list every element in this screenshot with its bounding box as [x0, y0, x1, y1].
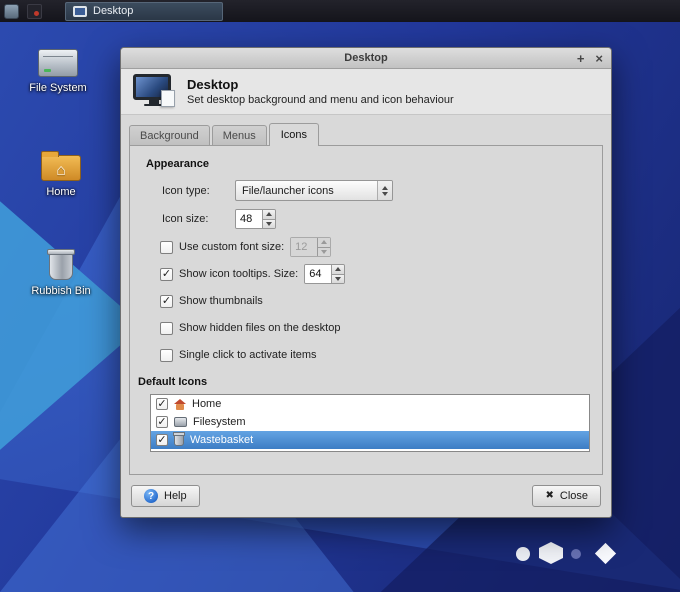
show-hidden-files-checkbox[interactable] [160, 322, 173, 335]
page-icon [161, 90, 175, 107]
custom-font-size-spinner[interactable]: 12 [290, 237, 331, 257]
list-item-label: Home [192, 398, 221, 410]
desktop-settings-icon [133, 74, 175, 110]
window-title: Desktop [344, 52, 387, 64]
panel-app-icon[interactable] [27, 4, 42, 19]
show-hidden-files-label: Show hidden files on the desktop [179, 322, 340, 334]
hard-drive-icon [38, 49, 78, 77]
dialog-header: Desktop Set desktop background and menu … [121, 69, 611, 115]
wastebasket-checkbox[interactable] [156, 434, 168, 446]
tab-menus[interactable]: Menus [212, 125, 267, 145]
appearance-section-title: Appearance [146, 158, 602, 170]
desktop-icon-rubbish-bin[interactable]: Rubbish Bin [15, 248, 107, 297]
window-monitor-icon [73, 6, 87, 17]
dialog-title: Desktop [187, 77, 454, 92]
icons-tab-panel: Appearance Icon type: File/launcher icon… [129, 145, 603, 475]
tab-bar: Background Menus Icons [129, 123, 611, 145]
help-button[interactable]: Help [131, 485, 200, 507]
tooltip-size-spinner[interactable]: 64 [304, 264, 345, 284]
close-window-button[interactable]: × [595, 52, 603, 65]
show-thumbnails-label: Show thumbnails [179, 295, 263, 307]
dialog-header-text: Desktop Set desktop background and menu … [187, 77, 454, 106]
home-checkbox[interactable] [156, 398, 168, 410]
tab-background[interactable]: Background [129, 125, 210, 145]
panel-launcher-icon[interactable] [4, 4, 19, 19]
home-folder-icon [41, 150, 81, 181]
custom-font-size-value[interactable]: 12 [291, 238, 317, 256]
monitor-stand [149, 100, 159, 104]
custom-font-size-checkbox[interactable] [160, 241, 173, 254]
icon-tooltips-label: Show icon tooltips. Size: [179, 268, 298, 280]
help-button-label: Help [164, 490, 187, 502]
icon-type-select[interactable]: File/launcher icons [235, 180, 393, 201]
custom-font-size-label: Use custom font size: [179, 241, 284, 253]
list-item-filesystem[interactable]: Filesystem [151, 413, 589, 431]
wallpaper-circle-icon [516, 547, 530, 561]
desktop-icon-label: Rubbish Bin [31, 285, 90, 297]
window-titlebar[interactable]: Desktop + × [121, 48, 611, 69]
spinner-buttons[interactable] [262, 210, 275, 228]
icon-tooltips-checkbox[interactable] [160, 268, 173, 281]
dialog-subtitle: Set desktop background and menu and icon… [187, 94, 454, 106]
house-glyph-icon [41, 162, 81, 180]
icon-type-value: File/launcher icons [236, 185, 377, 197]
desktop-settings-window: Desktop + × Desktop Set desktop backgrou… [120, 47, 612, 518]
taskbar-window-label: Desktop [93, 5, 133, 17]
icon-size-label: Icon size: [162, 213, 235, 225]
drive-icon [174, 417, 187, 427]
single-click-option: Single click to activate items [160, 345, 602, 365]
icon-size-spinner[interactable]: 48 [235, 209, 276, 229]
default-icons-section-title: Default Icons [138, 376, 602, 388]
single-click-checkbox[interactable] [160, 349, 173, 362]
desktop-icon-label: Home [46, 186, 75, 198]
list-item-label: Wastebasket [190, 434, 253, 446]
close-button-label: Close [560, 490, 588, 502]
icon-type-row: Icon type: File/launcher icons [162, 180, 602, 201]
show-hidden-files-option: Show hidden files on the desktop [160, 318, 602, 338]
desktop-icon-label: File System [29, 82, 86, 94]
dialog-button-bar: Help Close [121, 475, 611, 517]
home-icon [174, 399, 186, 410]
maximize-button[interactable]: + [577, 52, 585, 65]
desktop-icon-home[interactable]: Home [15, 150, 107, 198]
icon-size-value[interactable]: 48 [236, 210, 262, 228]
trash-icon [174, 434, 184, 446]
custom-font-size-option: Use custom font size: 12 [160, 237, 602, 257]
window-controls: + × [577, 48, 603, 68]
close-button[interactable]: Close [532, 485, 601, 507]
spinner-buttons[interactable] [317, 238, 330, 256]
show-thumbnails-option: Show thumbnails [160, 291, 602, 311]
combo-arrows-icon [377, 181, 392, 200]
default-icons-list: Home Filesystem Wastebasket [150, 394, 590, 452]
trash-can-icon [49, 253, 73, 280]
show-thumbnails-checkbox[interactable] [160, 295, 173, 308]
help-icon [144, 489, 158, 503]
close-icon [545, 491, 553, 501]
icon-tooltips-option: Show icon tooltips. Size: 64 [160, 264, 602, 284]
list-item-home[interactable]: Home [151, 395, 589, 413]
tooltip-size-value[interactable]: 64 [305, 265, 331, 283]
icon-type-label: Icon type: [162, 185, 235, 197]
list-item-wastebasket[interactable]: Wastebasket [151, 431, 589, 449]
wallpaper-dot-icon [571, 549, 581, 559]
filesystem-checkbox[interactable] [156, 416, 168, 428]
single-click-label: Single click to activate items [179, 349, 317, 361]
list-item-label: Filesystem [193, 416, 246, 428]
top-panel: Desktop [0, 0, 680, 22]
icon-size-row: Icon size: 48 [162, 209, 602, 229]
tab-icons[interactable]: Icons [269, 123, 319, 145]
spinner-buttons[interactable] [331, 265, 344, 283]
desktop-icon-file-system[interactable]: File System [12, 46, 104, 94]
taskbar-window-button[interactable]: Desktop [65, 2, 223, 21]
